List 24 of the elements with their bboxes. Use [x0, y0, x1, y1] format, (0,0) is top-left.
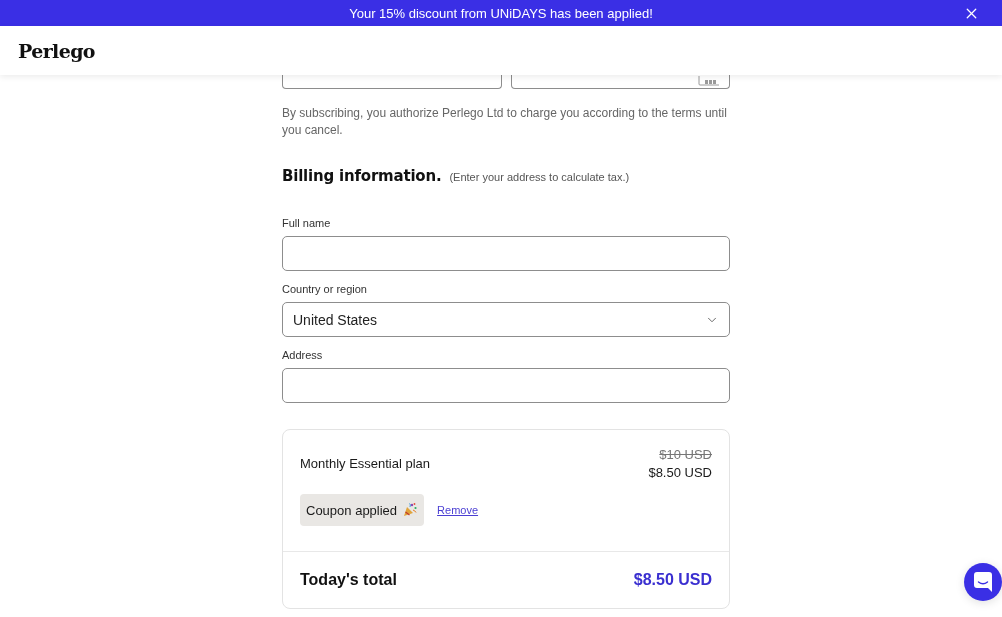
terms-text: By subscribing, you authorize Perlego Ltd to charge you according to the terms until you cancel.	[282, 105, 728, 139]
total-amount: $8.50 USD	[633, 571, 712, 589]
remove-link[interactable]: Remove	[437, 504, 479, 516]
section-hint: (Enter your address to calculate tax.)	[449, 171, 630, 183]
card-cvc-icon	[698, 76, 720, 86]
field-label: Address	[282, 349, 324, 362]
field-label: Full name	[282, 217, 332, 230]
original-price: $10 USD	[659, 447, 712, 462]
field-label: Country or region	[282, 283, 368, 296]
discounted-price: $8.50 USD	[648, 465, 712, 480]
text-input-field[interactable]	[282, 368, 730, 403]
coupon-label: Coupon applied	[306, 502, 398, 518]
party-popper-icon	[403, 503, 418, 517]
expiry-field[interactable]	[282, 75, 502, 89]
logo[interactable]: Perlego	[18, 39, 95, 62]
text-input-field[interactable]	[282, 236, 730, 271]
section-title: Billing information.	[282, 167, 442, 185]
cvc-field[interactable]	[511, 75, 730, 89]
banner-message: Your 15% discount from UNiDAYS has been applied!	[349, 5, 653, 21]
plan-name: Monthly Essential plan	[300, 456, 431, 471]
total-label: Today's total	[300, 571, 397, 589]
chat-icon	[974, 572, 992, 592]
country-select[interactable]: United States	[282, 302, 730, 337]
chat-button[interactable]	[964, 563, 1002, 601]
